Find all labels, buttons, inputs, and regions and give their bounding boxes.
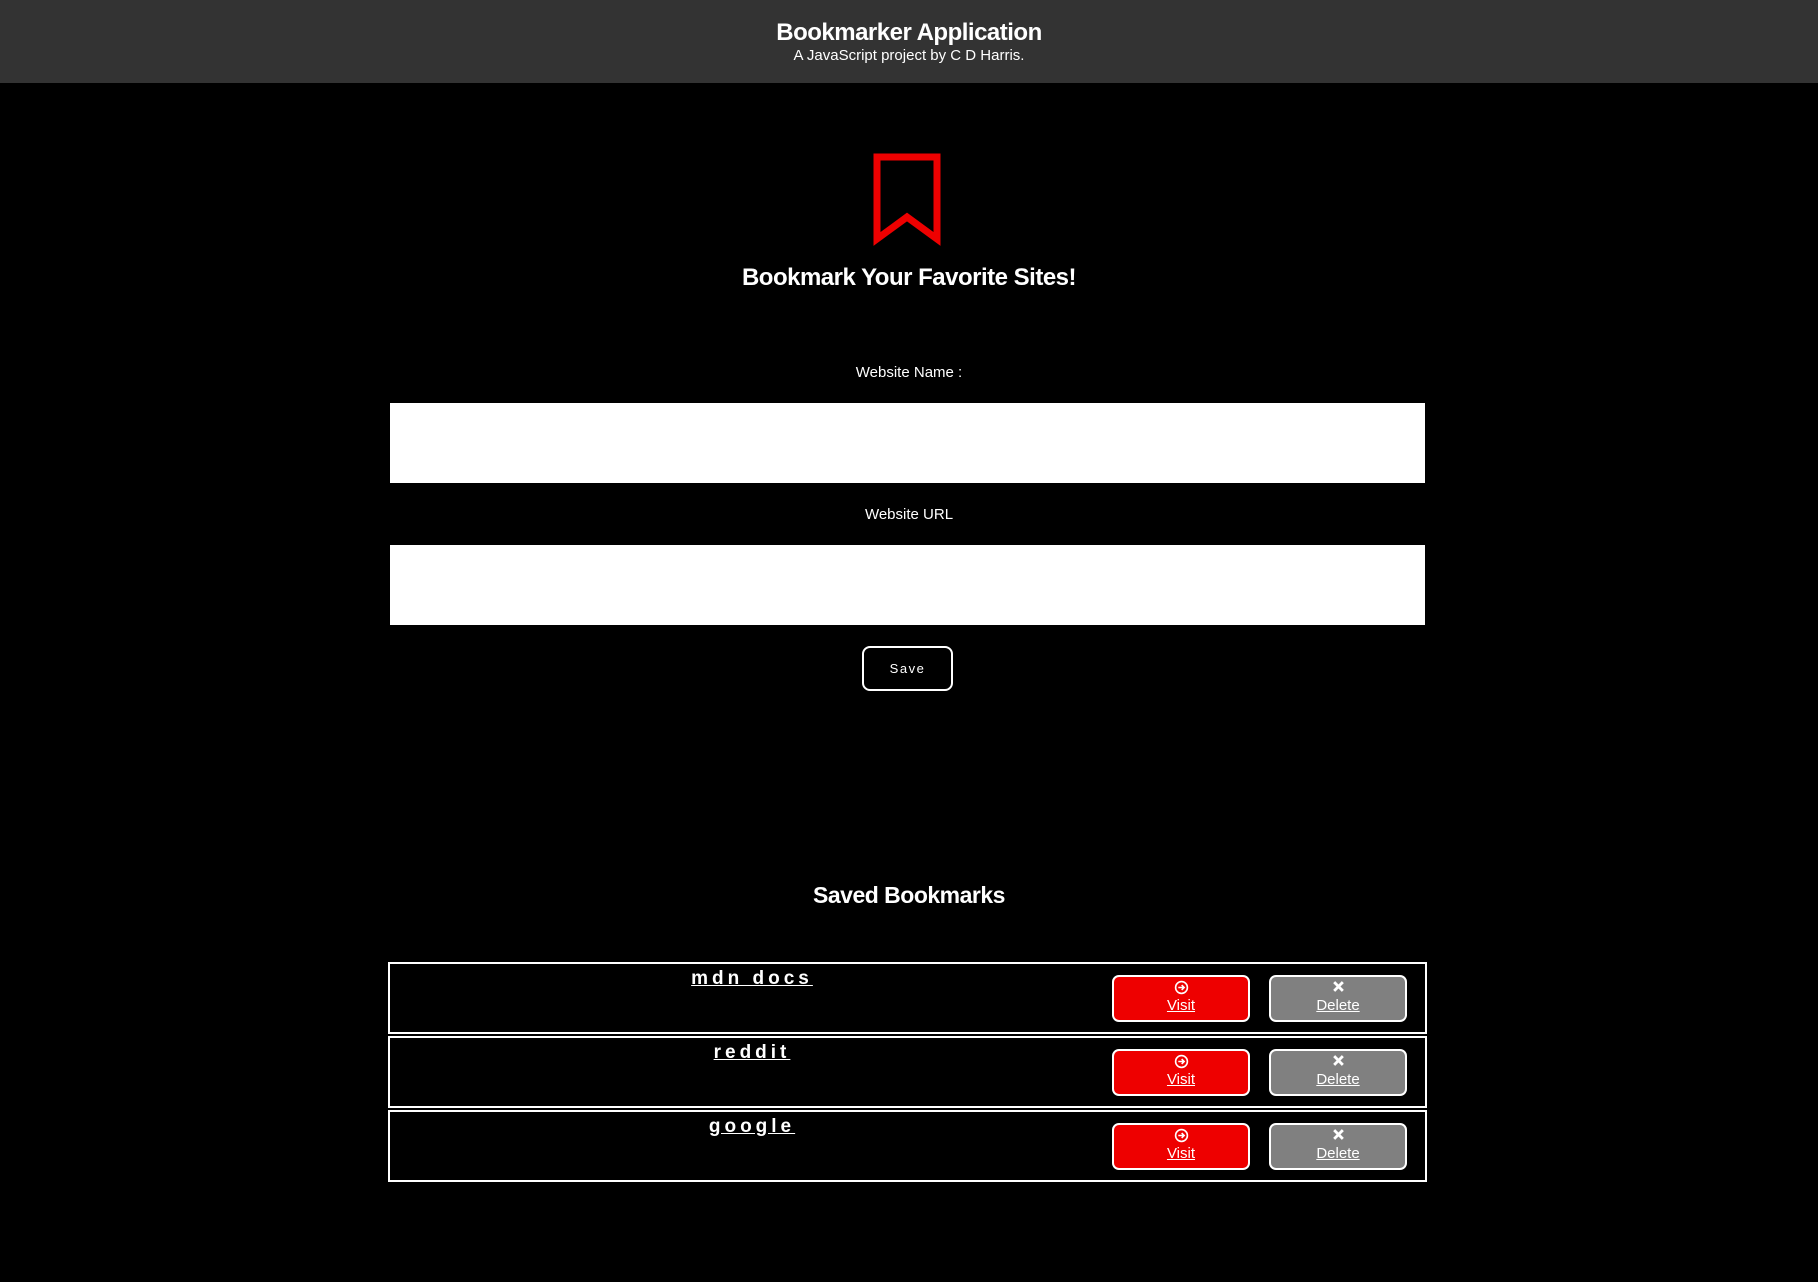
delete-label: Delete — [1316, 1071, 1360, 1088]
visit-label: Visit — [1166, 1071, 1196, 1088]
website-url-label: Website URL — [864, 506, 954, 523]
bookmark-row: mdn docs Visit Delete — [388, 962, 1427, 1034]
delete-label: Delete — [1316, 997, 1360, 1014]
x-icon — [1271, 1128, 1405, 1144]
visit-button[interactable]: Visit — [1112, 975, 1250, 1022]
visit-label: Visit — [1166, 997, 1196, 1014]
x-icon — [1271, 1054, 1405, 1070]
delete-button[interactable]: Delete — [1269, 975, 1407, 1022]
delete-button[interactable]: Delete — [1269, 1049, 1407, 1096]
app-header: Bookmarker Application A JavaScript proj… — [0, 0, 1818, 83]
delete-button[interactable]: Delete — [1269, 1123, 1407, 1170]
bookmark-row: reddit Visit Delete — [388, 1036, 1427, 1108]
delete-label: Delete — [1316, 1145, 1360, 1162]
save-button[interactable]: Save — [862, 646, 953, 691]
bookmark-row: google Visit Delete — [388, 1110, 1427, 1182]
arrow-circle-right-icon — [1114, 980, 1248, 996]
arrow-circle-right-icon — [1114, 1054, 1248, 1070]
app-title: Bookmarker Application — [776, 19, 1042, 46]
bookmark-icon — [873, 153, 941, 246]
website-name-label: Website Name : — [855, 364, 963, 381]
visit-label: Visit — [1166, 1145, 1196, 1162]
website-name-input[interactable] — [390, 403, 1425, 483]
saved-bookmarks-title: Saved Bookmarks — [813, 882, 1005, 908]
x-icon — [1271, 980, 1405, 996]
hero-title: Bookmark Your Favorite Sites! — [741, 264, 1077, 291]
bookmark-name: google — [708, 1116, 796, 1137]
bookmark-list: mdn docs Visit Delete reddit Visit Delet… — [388, 962, 1427, 1184]
arrow-circle-right-icon — [1114, 1128, 1248, 1144]
bookmark-name: mdn docs — [691, 968, 813, 989]
visit-button[interactable]: Visit — [1112, 1123, 1250, 1170]
visit-button[interactable]: Visit — [1112, 1049, 1250, 1096]
website-url-input[interactable] — [390, 545, 1425, 625]
bookmark-name: reddit — [713, 1042, 791, 1063]
app-subtitle: A JavaScript project by C D Harris. — [793, 47, 1025, 64]
